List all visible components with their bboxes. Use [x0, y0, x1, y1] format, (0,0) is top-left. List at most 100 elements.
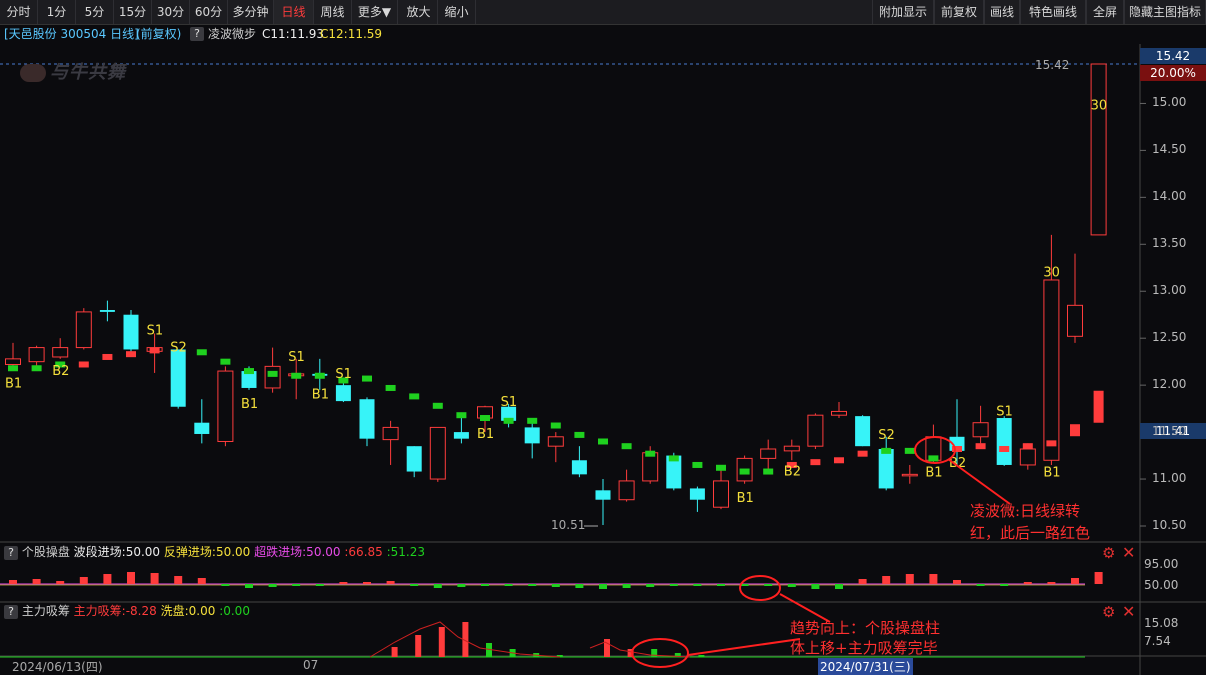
panel1-v2: :51.23 — [386, 545, 426, 559]
panel2-close-icon[interactable]: ✕ — [1122, 602, 1135, 621]
panel1-bar — [717, 584, 725, 586]
candle-body-down — [878, 449, 894, 489]
candle-body-up — [5, 358, 21, 365]
trend-marker — [362, 375, 372, 382]
help-icon[interactable]: ? — [190, 27, 204, 41]
price-tick-label: 13.50 — [1152, 236, 1187, 251]
indicator-name[interactable]: 凌波微步 — [208, 24, 256, 44]
toolbar-right-button-2[interactable]: 画线 — [984, 0, 1020, 24]
toolbar-right-button-4[interactable]: 全屏 — [1086, 0, 1124, 24]
candle-body-up — [1043, 279, 1060, 461]
candle — [123, 310, 139, 353]
toolbar-right-button-3[interactable]: 特色画线 — [1020, 0, 1086, 24]
candle — [571, 446, 587, 478]
help-icon[interactable]: ? — [4, 605, 18, 619]
annotation-1-line2: 红，此后一路红色 — [970, 524, 1091, 542]
candle-body-up — [28, 347, 45, 363]
panel1-bar — [528, 584, 537, 586]
annotation-line — [687, 638, 801, 656]
candle-body-down — [453, 432, 469, 439]
panel1-bar — [103, 574, 112, 584]
candle — [217, 366, 234, 447]
toolbar-button-4[interactable]: 30分 — [152, 0, 190, 24]
trend-marker — [385, 384, 396, 391]
signal-label: B1 — [5, 376, 22, 391]
candle-body-up — [52, 347, 69, 358]
candle — [972, 405, 989, 444]
candle-body-up — [429, 426, 446, 480]
price-tick-label: 12.50 — [1152, 330, 1187, 345]
panel1-bar — [905, 574, 914, 584]
info-bar: [天邑股份 300504 日线] (前复权) ? 凌波微步 C11:11.93 … — [0, 24, 1206, 44]
signal-label: B2 — [52, 364, 69, 379]
candle-body-up — [75, 311, 92, 349]
toolbar-button-10[interactable]: 放大 — [400, 0, 438, 24]
toolbar-button-7[interactable]: 日线 — [274, 0, 314, 24]
toolbar-button-9[interactable]: 更多▼ — [352, 0, 398, 24]
candle-body-down — [170, 349, 186, 407]
panel1-close-icon[interactable]: ✕ — [1122, 543, 1135, 562]
panel1-bar — [56, 581, 65, 584]
low-price-label: 10.51 — [551, 518, 586, 532]
candle — [713, 469, 729, 510]
panel1-bar — [481, 584, 489, 586]
signal-label: S2 — [170, 341, 187, 356]
candle — [760, 439, 777, 470]
watermark-logo: 与牛共舞 — [20, 58, 126, 84]
toolbar-button-1[interactable]: 1分 — [38, 0, 76, 24]
candle — [429, 426, 446, 482]
signal-label: S1 — [288, 350, 305, 365]
candle-body-up — [760, 448, 777, 459]
signal-label: B1 — [1043, 465, 1060, 480]
panel1-bar — [929, 574, 938, 584]
help-icon[interactable]: ? — [4, 546, 18, 560]
toolbar-button-2[interactable]: 5分 — [76, 0, 114, 24]
panel1-bar — [386, 581, 395, 584]
panel1-l3: 超跌进场:50.00 — [254, 545, 341, 559]
panel2-name[interactable]: 主力吸筹 — [22, 604, 70, 618]
price-tick-label: 12.00 — [1152, 377, 1187, 392]
panel1-bar — [976, 584, 985, 586]
panel1-bar — [174, 576, 183, 584]
toolbar-right-button-1[interactable]: 前复权 — [934, 0, 984, 24]
panel1-bar — [150, 573, 159, 584]
trend-marker — [432, 402, 443, 409]
panel1-name[interactable]: 个股操盘 — [22, 545, 70, 559]
panel1-bar — [79, 577, 88, 584]
toolbar-right-button-0[interactable]: 附加显示 — [872, 0, 934, 24]
toolbar-button-0[interactable]: 分时 — [0, 0, 38, 24]
candle-body-up — [264, 365, 281, 389]
panel2-settings-icon[interactable]: ⚙ — [1102, 603, 1115, 621]
toolbar-button-3[interactable]: 15分 — [114, 0, 152, 24]
price-tick-label: 13.00 — [1152, 283, 1187, 298]
candle — [359, 397, 375, 447]
trend-marker — [149, 347, 160, 354]
candle — [878, 436, 894, 491]
trend-marker — [291, 372, 302, 379]
candle — [28, 345, 45, 367]
candle-body-up — [972, 422, 989, 438]
watermark-text: 与牛共舞 — [50, 62, 126, 83]
trend-marker — [621, 443, 632, 450]
candle-body-up — [618, 480, 635, 501]
panel2-l3: :0.00 — [219, 604, 250, 618]
adjust-label[interactable]: (前复权) — [136, 24, 181, 44]
trend-marker — [881, 447, 892, 454]
candle — [406, 446, 422, 478]
toolbar-right-button-5[interactable]: 隐藏主图指标 — [1124, 0, 1206, 24]
candle-body-up — [901, 473, 918, 477]
toolbar-button-5[interactable]: 60分 — [190, 0, 228, 24]
toolbar-button-8[interactable]: 周线 — [314, 0, 352, 24]
candle-body-up — [807, 414, 824, 447]
toolbar-button-11[interactable]: 缩小 — [438, 0, 476, 24]
kline-chart[interactable]: B1B2S1S2B1S1B1S1B1S1B1B2S2B1B2S1B13030 — [0, 44, 1206, 675]
toolbar-button-6[interactable]: 多分钟 — [228, 0, 274, 24]
trend-marker — [78, 361, 89, 368]
toolbar: 分时 1分 5分 15分 30分 60分 多分钟 日线 周线 更多▼ 放大 缩小 附加显示 前复权 画线 特色… — [0, 0, 1206, 25]
panel1-settings-icon[interactable]: ⚙ — [1102, 544, 1115, 562]
candle-body-down — [571, 460, 587, 475]
stock-title[interactable]: [天邑股份 300504 日线] — [4, 24, 139, 44]
trend-marker — [244, 368, 254, 375]
panel2-l1: 主力吸筹:-8.28 — [73, 604, 157, 618]
signal-label: B1 — [477, 427, 494, 442]
